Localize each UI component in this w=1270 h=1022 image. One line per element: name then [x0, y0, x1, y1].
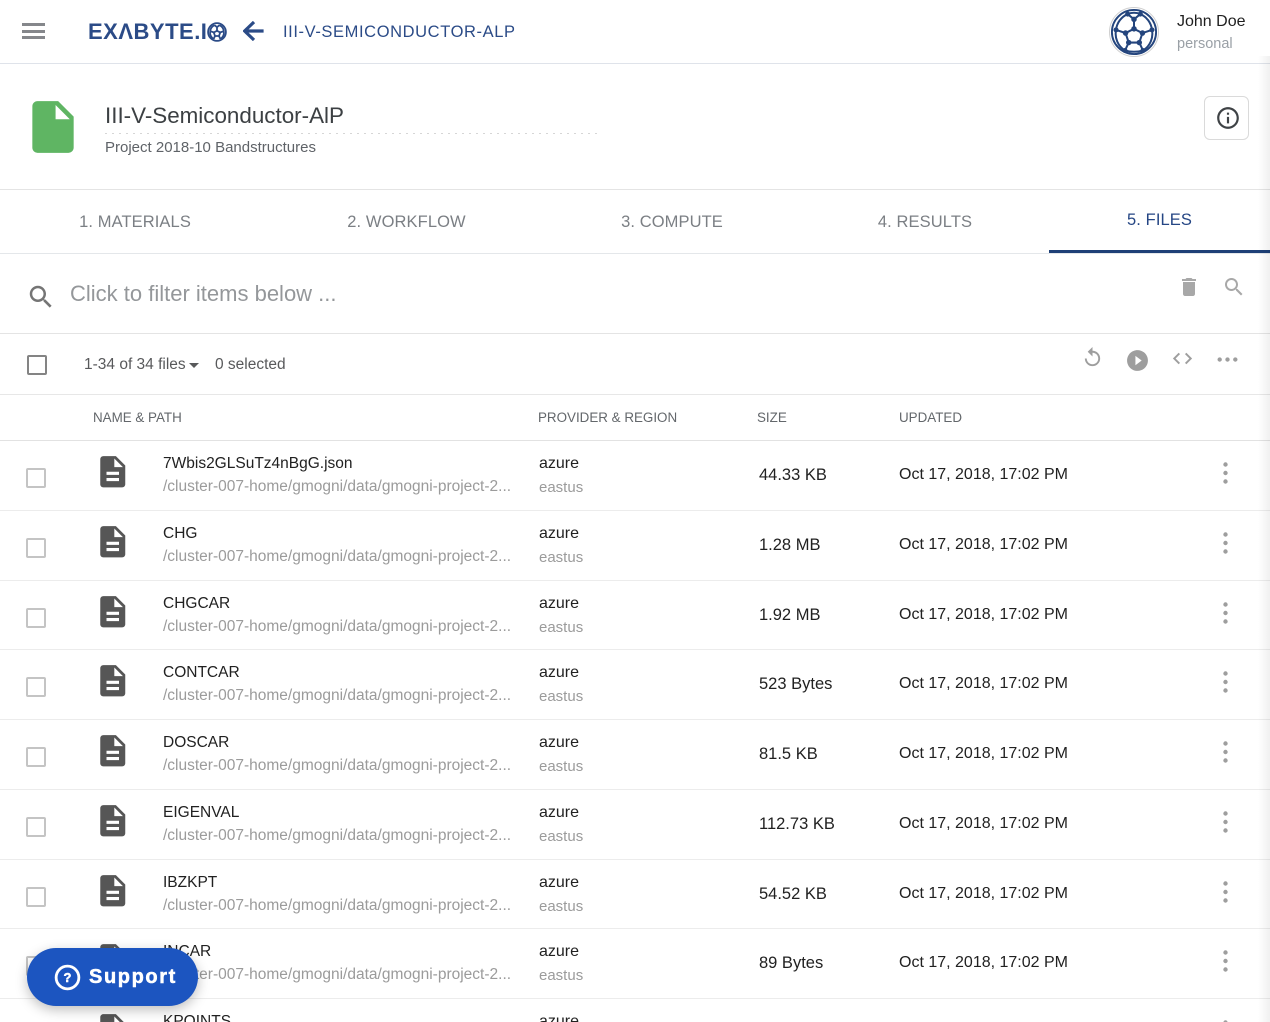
svg-text:?: ?: [64, 970, 72, 985]
